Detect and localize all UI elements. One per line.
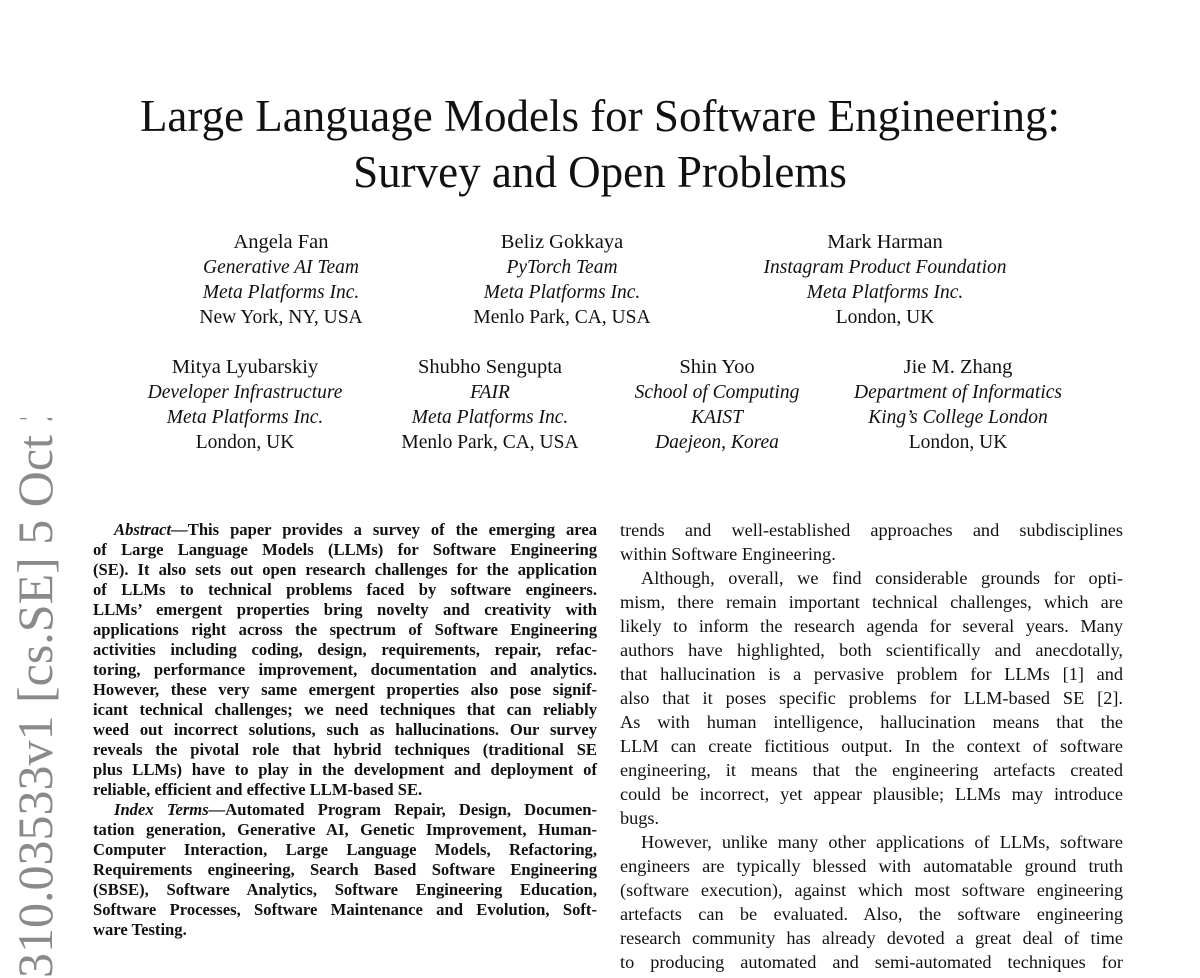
body-line: likely to inform the research agenda for… [620, 616, 1123, 636]
author-card: Mark Harman Instagram Product Foundation M… [735, 230, 1035, 330]
author-affiliation: PyTorch Team [506, 257, 618, 278]
body-line: artefacts can be evaluated. Also, the so… [620, 904, 1123, 924]
abstract-line: Abstract—This paper provides a survey of… [93, 520, 597, 540]
abstract-line: plus LLMs) have to play in the developme… [93, 760, 597, 780]
author-affiliation: Meta Platforms Inc. [202, 282, 360, 303]
abstract-label: Abstract— [114, 520, 188, 539]
abstract-line: (SE). It also sets out open research cha… [93, 560, 597, 580]
abstract-text: weed out incorrect solutions, such as ha… [93, 720, 597, 739]
body-line: mism, there remain important technical c… [620, 592, 1123, 612]
author-location: New York, NY, USA [199, 307, 363, 328]
author-affiliation: King’s College London [868, 407, 1048, 428]
author-location: London, UK [835, 307, 935, 328]
author-card: Jie M. Zhang Department of Informatics Kin… [808, 355, 1108, 455]
abstract-column: Abstract—This paper provides a survey of… [93, 520, 597, 940]
abstract-line: LLMs’ emergent properties bring novelty … [93, 600, 597, 620]
abstract: Abstract—This paper provides a survey of… [93, 520, 597, 800]
body-paragraph: Although, overall, we find considerable … [620, 566, 1123, 830]
body-line: within Software Engineering. [620, 544, 836, 564]
abstract-text: toring, performance improvement, documen… [93, 660, 597, 679]
index-terms-line: tation generation, Generative AI, Geneti… [93, 820, 597, 840]
index-terms-text: ware Testing. [93, 920, 187, 939]
body-line: that hallucination is a pervasive proble… [620, 664, 1123, 684]
author-name: Angela Fan [233, 231, 329, 253]
author-location: Menlo Park, CA, USA [473, 307, 651, 328]
body-line: to producing automated and semi-automate… [620, 952, 1123, 972]
index-terms-line: Index Terms—Automated Program Repair, De… [93, 800, 597, 820]
index-terms-text: Computer Interaction, Large Language Mod… [93, 840, 597, 859]
index-terms-line: Software Processes, Software Maintenance… [93, 900, 597, 920]
body-paragraph: trends and well-established approaches a… [620, 518, 1123, 566]
index-terms-line: Requirements engineering, Search Based S… [93, 860, 597, 880]
abstract-line: icant technical challenges; we need tech… [93, 700, 597, 720]
abstract-text: However, these very same emergent proper… [93, 680, 597, 699]
abstract-line: applications right across the spectrum o… [93, 620, 597, 640]
abstract-line: of Large Language Models (LLMs) for Soft… [93, 540, 597, 560]
abstract-text: icant technical challenges; we need tech… [93, 700, 597, 719]
index-terms-line: (SBSE), Software Analytics, Software Eng… [93, 880, 597, 900]
author-location: London, UK [908, 432, 1008, 453]
abstract-text: of LLMs to technical problems faced by s… [93, 580, 597, 599]
author-affiliation: Instagram Product Foundation [763, 257, 1007, 278]
abstract-line: reliable, efficient and effective LLM-ba… [93, 780, 597, 800]
author-name: Mark Harman [827, 231, 943, 253]
body-line: (software execution), against which most… [620, 880, 1123, 900]
abstract-text: of Large Language Models (LLMs) for Soft… [93, 540, 597, 559]
body-line: As with human intelligence, hallucinatio… [620, 712, 1123, 732]
index-terms-label: Index Terms— [114, 800, 226, 819]
body-line: LLM can create fictitious output. In the… [620, 736, 1123, 756]
body-column: trends and well-established approaches a… [620, 518, 1123, 974]
body-line: also that it poses specific problems for… [620, 688, 1123, 708]
arxiv-stamp: 310.03533v1 [cs.SE] 5 Oct 2023 [7, 418, 63, 978]
body-line: could be incorrect, yet appear plausible… [620, 784, 1123, 804]
author-name: Jie M. Zhang [903, 356, 1013, 378]
index-terms-text: Software Processes, Software Maintenance… [93, 900, 597, 919]
index-terms-line: ware Testing. [93, 920, 597, 940]
paper-title: Large Language Models for Software Engin… [0, 88, 1200, 200]
index-terms-text: tation generation, Generative AI, Geneti… [93, 820, 597, 839]
abstract-text: LLMs’ emergent properties bring novelty … [93, 600, 597, 619]
abstract-text: applications right across the spectrum o… [93, 620, 597, 639]
body-line: engineering, it means that the engineeri… [620, 760, 1123, 780]
author-affiliation: Meta Platforms Inc. [483, 282, 641, 303]
author-card: Angela Fan Generative AI Team Meta Platfor… [131, 230, 431, 330]
author-affiliation: Meta Platforms Inc. [806, 282, 964, 303]
body-line: authors have highlighted, both scientifi… [620, 640, 1123, 660]
body-line: research community has already devoted a… [620, 928, 1123, 948]
body-line: trends and well-established approaches a… [620, 520, 1123, 540]
abstract-text: activities including coding, design, req… [93, 640, 597, 659]
index-terms-line: Computer Interaction, Large Language Mod… [93, 840, 597, 860]
title-line: Large Language Models for Software Engin… [139, 91, 1061, 141]
abstract-text: This paper provides a survey of the emer… [187, 520, 597, 539]
index-terms-text: (SBSE), Software Analytics, Software Eng… [93, 880, 597, 899]
index-terms-text: Automated Program Repair, Design, Docume… [225, 800, 598, 819]
index-terms-text: Requirements engineering, Search Based S… [93, 860, 597, 879]
author-affiliation: Department of Informatics [854, 382, 1062, 403]
author-affiliation: Generative AI Team [203, 257, 359, 278]
abstract-line: However, these very same emergent proper… [93, 680, 597, 700]
body-line: bugs. [620, 808, 660, 828]
abstract-text: (SE). It also sets out open research cha… [93, 560, 597, 579]
abstract-line: toring, performance improvement, documen… [93, 660, 597, 680]
author-card: Beliz Gokkaya PyTorch Team Meta Platforms … [412, 230, 712, 330]
body-line: However, unlike many other applications … [641, 832, 1123, 852]
abstract-line: reveals the pivotal role that hybrid tec… [93, 740, 597, 760]
abstract-line: of LLMs to technical problems faced by s… [93, 580, 597, 600]
body-line: engineers are typically blessed with aut… [620, 856, 1123, 876]
body-paragraph: However, unlike many other applications … [620, 830, 1123, 974]
abstract-text: plus LLMs) have to play in the developme… [93, 760, 597, 779]
body-line: Although, overall, we find considerable … [641, 568, 1123, 588]
abstract-text: reliable, efficient and effective LLM-ba… [93, 780, 423, 799]
abstract-line: weed out incorrect solutions, such as ha… [93, 720, 597, 740]
author-name: Beliz Gokkaya [500, 231, 624, 253]
title-line: Survey and Open Problems [353, 147, 847, 197]
abstract-line: activities including coding, design, req… [93, 640, 597, 660]
index-terms: Index Terms—Automated Program Repair, De… [93, 800, 597, 940]
abstract-text: reveals the pivotal role that hybrid tec… [93, 740, 597, 759]
